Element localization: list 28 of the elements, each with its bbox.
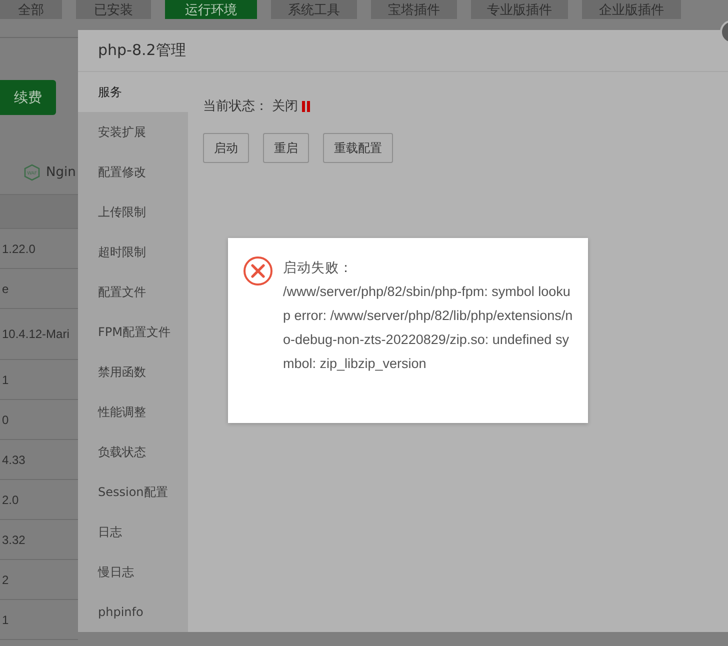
category-tab[interactable]: 企业版插件 [582, 0, 681, 19]
category-tab[interactable]: 宝塔插件 [371, 0, 457, 19]
status-value: 关闭 [272, 98, 298, 115]
category-tab[interactable]: 专业版插件 [471, 0, 568, 19]
status-label: 当前状态： [203, 98, 268, 115]
category-tab[interactable]: 全部 [0, 0, 62, 19]
version-cell: 2 [2, 572, 9, 586]
version-cell: 1 [2, 612, 9, 626]
error-icon [243, 256, 273, 286]
service-button[interactable]: 重载配置 [323, 133, 393, 163]
message-text: /www/server/php/82/sbin/php-fpm: symbol lookup error: /www/server/php/82/lib/php/extensions/no-debug-non-zts-20220829/zip.so: undefined symbol: zip_libzip_version [283, 283, 574, 373]
renew-button[interactable]: 续费 [0, 80, 56, 115]
version-cell: 2.0 [2, 492, 19, 506]
version-cell: e [2, 282, 9, 296]
service-button[interactable]: 启动 [203, 133, 249, 163]
version-cell: 0 [2, 412, 9, 426]
sidebar-item[interactable]: 服务 [78, 72, 188, 112]
version-cell: 4.33 [2, 452, 26, 466]
category-tab[interactable]: 系统工具 [271, 0, 357, 19]
service-button[interactable]: 重启 [263, 133, 309, 163]
version-cell: 3.32 [2, 532, 26, 546]
version-cell: 10.4.12-Mari [2, 327, 70, 341]
plugin-name: Ngin [46, 164, 76, 180]
message-title: 启动失败： [283, 259, 354, 277]
version-cell: 1 [2, 372, 9, 386]
category-tab[interactable]: 已安装 [76, 0, 151, 19]
category-tab[interactable]: 运行环境 [165, 0, 257, 19]
version-cell: 1.22.0 [2, 242, 36, 256]
